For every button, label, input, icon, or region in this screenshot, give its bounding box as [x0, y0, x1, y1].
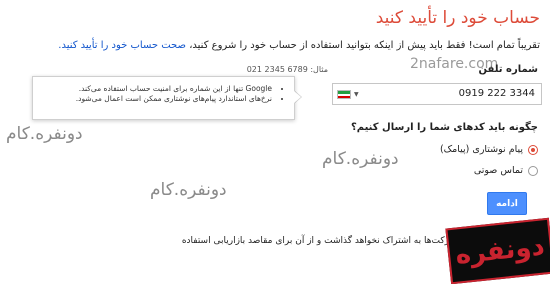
verify-account-link[interactable]: صحت حساب خود را تأیید کنید. — [58, 40, 186, 51]
intro-text: تقریباً تمام است! فقط باید پیش از اینکه … — [58, 40, 540, 51]
phone-example: مثال: 6789 2345 021 — [246, 65, 328, 74]
watermark-text: دونفره.کام — [322, 149, 399, 169]
option-sms[interactable]: پیام نوشتاری (پیامک) — [440, 144, 538, 155]
option-voice-call[interactable]: تماس صوتی — [474, 165, 538, 176]
radio-voice-call[interactable] — [528, 165, 538, 176]
option-voice-label[interactable]: تماس صوتی — [474, 165, 523, 176]
page-title: حساب خود را تأیید کنید — [375, 8, 540, 28]
phone-input[interactable]: ▼ 0919 222 3344 — [332, 83, 542, 105]
option-sms-label[interactable]: پیام نوشتاری (پیامک) — [440, 144, 523, 155]
watermark-text: دونفره.کام — [150, 180, 227, 200]
iran-flag-icon[interactable] — [337, 90, 351, 99]
phone-label: شماره تلفن — [478, 64, 538, 75]
chevron-down-icon[interactable]: ▼ — [354, 91, 359, 98]
intro-message: تقریباً تمام است! فقط باید پیش از اینکه … — [189, 40, 540, 51]
watermark-text: دونفره.کام — [6, 124, 83, 144]
watermark-logo: دونفره — [445, 217, 550, 284]
tooltip-line: نرخ‌های استاندارد پیام‌های نوشتاری ممکن … — [41, 94, 272, 104]
tooltip-line: Google تنها از این شماره برای امنیت حساب… — [41, 84, 272, 94]
tooltip-arrow-inner — [294, 91, 301, 103]
radio-sms[interactable] — [528, 144, 538, 155]
phone-tooltip: Google تنها از این شماره برای امنیت حساب… — [32, 76, 295, 120]
phone-number-value[interactable]: 0919 222 3344 — [459, 88, 535, 99]
delivery-question: چگونه باید کدهای شما را ارسال کنیم؟ — [350, 122, 538, 133]
continue-button[interactable]: ادامه — [487, 192, 527, 215]
